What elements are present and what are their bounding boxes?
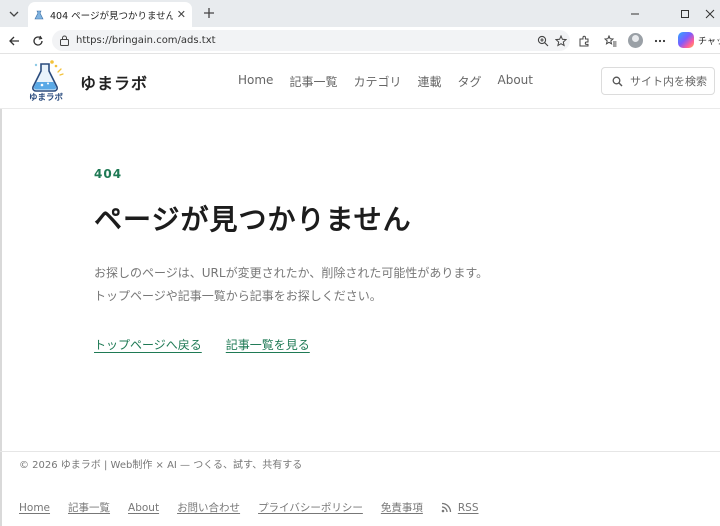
nav-series[interactable]: 連載: [417, 73, 441, 90]
logo-flask-icon: ゆまラボ: [29, 60, 64, 103]
address-bar: https://bringain.com/ads.txt チャット: [0, 27, 720, 54]
footer-link-rss[interactable]: RSS: [458, 502, 479, 514]
tab-title: 404 ページが見つかりません | ゆまラボ | ゆまラボ: [50, 10, 173, 22]
copilot-button[interactable]: チャット: [678, 32, 720, 48]
footer-nav: Home 記事一覧 About お問い合わせ プライバシーポリシー 免責事項 R…: [19, 500, 479, 515]
footer-divider: [0, 451, 720, 452]
error-actions: トップページへ戻る 記事一覧を見る: [94, 336, 334, 353]
error-code: 404: [94, 167, 123, 181]
view-articles-link[interactable]: 記事一覧を見る: [226, 336, 310, 353]
nav-about[interactable]: About: [498, 73, 533, 90]
footer-rss[interactable]: RSS: [441, 502, 479, 514]
maximize-icon[interactable]: [668, 0, 702, 27]
footer-link-home[interactable]: Home: [19, 502, 50, 514]
new-tab-icon[interactable]: [200, 4, 218, 22]
star-icon[interactable]: [552, 32, 570, 50]
error-message-line: お探しのページは、URLが変更されたか、削除された可能性があります。: [94, 266, 489, 280]
omnibox[interactable]: https://bringain.com/ads.txt: [52, 30, 570, 51]
footer-link-privacy[interactable]: プライバシーポリシー: [258, 500, 363, 515]
close-icon[interactable]: ✕: [177, 8, 186, 21]
copyright: © 2026 ゆまラボ | Web制作 × AI — つくる、試す、共有する: [19, 460, 303, 471]
site-name[interactable]: ゆまラボ: [80, 70, 148, 94]
tab-list-icon[interactable]: [4, 4, 24, 23]
search-icon[interactable]: [612, 75, 624, 87]
site-search[interactable]: [601, 67, 715, 95]
nav-tags[interactable]: タグ: [457, 73, 481, 90]
tab-bar: 404 ページが見つかりません | ゆまラボ | ゆまラボ ✕: [0, 0, 720, 27]
more-icon[interactable]: [650, 31, 670, 50]
copilot-icon: [678, 32, 694, 48]
error-message-line: トップページや記事一覧から記事をお探しください。: [94, 289, 382, 303]
footer-link-articles[interactable]: 記事一覧: [68, 500, 110, 515]
back-icon[interactable]: [4, 31, 24, 50]
error-message: お探しのページは、URLが変更されたか、削除された可能性があります。 トップペー…: [94, 262, 488, 308]
window-close-icon[interactable]: [700, 0, 720, 27]
svg-text:ゆまラボ: ゆまラボ: [29, 92, 64, 102]
lock-icon[interactable]: [58, 35, 70, 47]
site-logo[interactable]: ゆまラボ: [27, 58, 65, 103]
favorites-icon[interactable]: [600, 31, 620, 50]
site-header: ゆまラボ ゆまラボ Home 記事一覧 カテゴリ 連載 タグ About: [0, 54, 720, 109]
global-nav: Home 記事一覧 カテゴリ 連載 タグ About: [238, 73, 549, 90]
zoom-icon[interactable]: [534, 32, 552, 50]
profile-icon[interactable]: [628, 33, 643, 48]
url-text[interactable]: https://bringain.com/ads.txt: [76, 35, 534, 46]
extensions-icon[interactable]: [574, 31, 594, 50]
window-edge: [0, 54, 2, 526]
nav-home[interactable]: Home: [238, 73, 273, 90]
nav-categories[interactable]: カテゴリ: [353, 73, 401, 90]
nav-articles[interactable]: 記事一覧: [289, 73, 337, 90]
rss-icon: [441, 502, 452, 513]
footer-link-about[interactable]: About: [128, 502, 159, 514]
reload-icon[interactable]: [28, 31, 48, 50]
copilot-label: チャット: [698, 36, 720, 47]
page-title: ページが見つかりません: [94, 203, 412, 236]
back-to-top-link[interactable]: トップページへ戻る: [94, 336, 202, 353]
favicon-icon: [34, 10, 44, 20]
footer-link-disclaimer[interactable]: 免責事項: [381, 500, 423, 515]
minimize-icon[interactable]: [618, 0, 652, 27]
search-input[interactable]: [630, 74, 710, 88]
active-tab[interactable]: 404 ページが見つかりません | ゆまラボ | ゆまラボ ✕: [28, 2, 192, 27]
footer-link-contact[interactable]: お問い合わせ: [177, 500, 240, 515]
